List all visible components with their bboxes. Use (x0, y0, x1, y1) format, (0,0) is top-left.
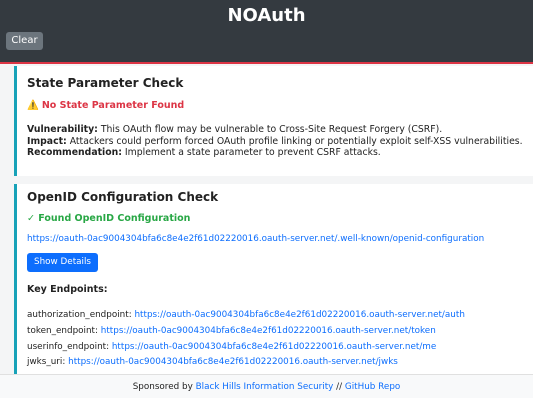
vulnerability-text: This OAuth flow may be vulnerable to Cro… (100, 124, 443, 135)
app-header: NOAuth Clear (0, 0, 533, 64)
openid-config-link[interactable]: https://oauth-0ac9004304bfa6c8e4e2f61d02… (27, 234, 484, 244)
footer: Sponsored by Black Hills Information Sec… (0, 374, 533, 398)
state-check-description: Vulnerability: This OAuth flow may be vu… (27, 124, 532, 159)
recommendation-text: Implement a state parameter to prevent C… (124, 147, 381, 158)
sponsored-prefix: Sponsored by (132, 382, 193, 392)
warning-icon: ⚠️ (27, 100, 39, 111)
endpoint-label: userinfo_endpoint: (27, 342, 110, 352)
openid-check-status: ✓ Found OpenID Configuration (27, 213, 190, 224)
endpoint-link[interactable]: https://oauth-0ac9004304bfa6c8e4e2f61d02… (112, 342, 436, 352)
github-repo-link[interactable]: GitHub Repo (345, 382, 400, 392)
vulnerability-label: Vulnerability: (27, 124, 98, 135)
state-check-title: State Parameter Check (27, 76, 184, 90)
clear-button[interactable]: Clear (6, 32, 43, 50)
openid-config-card: OpenID Configuration Check ✓ Found OpenI… (14, 184, 533, 374)
endpoint-row-token: token_endpoint: https://oauth-0ac9004304… (27, 326, 436, 336)
endpoint-link[interactable]: https://oauth-0ac9004304bfa6c8e4e2f61d02… (68, 357, 398, 367)
endpoint-label: authorization_endpoint: (27, 310, 132, 320)
vulnerability-line: Vulnerability: This OAuth flow may be vu… (27, 124, 532, 136)
endpoint-row-jwks: jwks_uri: https://oauth-0ac9004304bfa6c8… (27, 357, 398, 367)
results-panel[interactable]: State Parameter Check ⚠️ No State Paramet… (0, 66, 533, 374)
state-parameter-card: State Parameter Check ⚠️ No State Paramet… (14, 66, 533, 176)
impact-text: Attackers could perform forced OAuth pro… (69, 135, 523, 147)
check-icon: ✓ (27, 213, 39, 224)
endpoint-row-userinfo: userinfo_endpoint: https://oauth-0ac9004… (27, 342, 436, 352)
show-details-button[interactable]: Show Details (27, 253, 98, 272)
sponsor-link[interactable]: Black Hills Information Security (196, 382, 334, 392)
recommendation-label: Recommendation: (27, 147, 122, 158)
openid-status-text: Found OpenID Configuration (38, 213, 191, 224)
endpoint-row-authorization: authorization_endpoint: https://oauth-0a… (27, 310, 465, 320)
endpoint-label: token_endpoint: (27, 326, 98, 336)
endpoint-link[interactable]: https://oauth-0ac9004304bfa6c8e4e2f61d02… (134, 310, 464, 320)
endpoint-label: jwks_uri: (27, 357, 66, 367)
impact-line: Impact: Attackers could perform forced O… (27, 136, 532, 148)
endpoint-link[interactable]: https://oauth-0ac9004304bfa6c8e4e2f61d02… (101, 326, 436, 336)
openid-check-title: OpenID Configuration Check (27, 190, 219, 204)
impact-label: Impact: (27, 135, 67, 147)
app-title: NOAuth (227, 5, 306, 26)
key-endpoints-title: Key Endpoints: (27, 284, 108, 295)
state-check-status: ⚠️ No State Parameter Found (27, 100, 184, 111)
footer-separator: // (336, 382, 343, 392)
state-status-text: No State Parameter Found (41, 100, 185, 111)
recommendation-line: Recommendation: Implement a state parame… (27, 147, 532, 159)
